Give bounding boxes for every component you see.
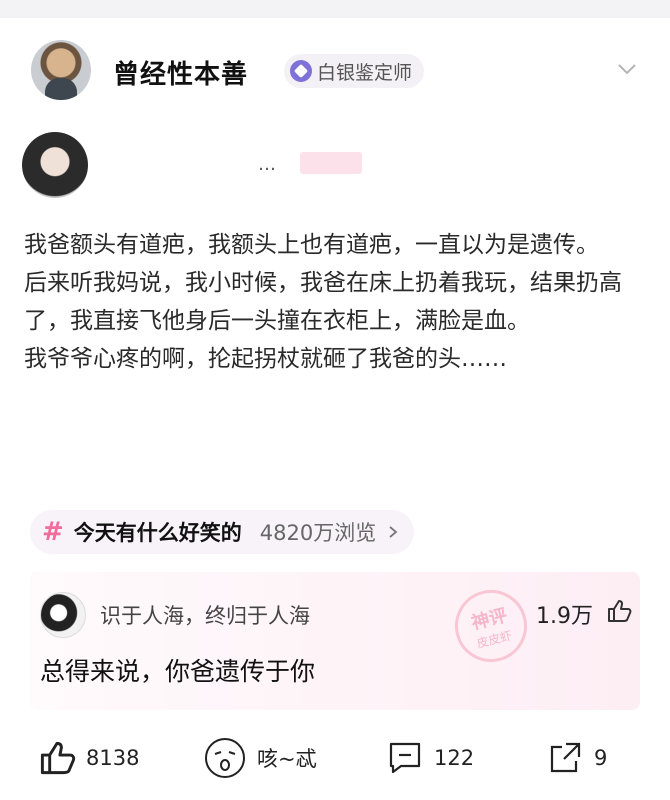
comment-count: 122 bbox=[434, 746, 475, 770]
diamond-icon bbox=[290, 60, 312, 82]
share-icon bbox=[550, 742, 581, 773]
post-header: 曾经性本善 白银鉴定师 bbox=[0, 18, 670, 118]
god-comment-stamp: 神评 皮皮虾 bbox=[447, 582, 535, 670]
user-level-badge[interactable]: 白银鉴定师 bbox=[284, 54, 425, 88]
action-bar: 8138 咳~忒 122 9 bbox=[0, 730, 670, 786]
thumbs-up-icon[interactable] bbox=[606, 598, 632, 624]
author-name[interactable]: 曾经性本善 bbox=[113, 54, 248, 91]
status-strip bbox=[0, 0, 670, 18]
like-button[interactable]: 8138 bbox=[38, 730, 139, 786]
quoted-post-card: … 我爸额头有道疤，我额头上也有道疤，一直以为是遗传。 后来听我妈说，我小时候，… bbox=[10, 118, 670, 498]
topic-pill[interactable]: # 今天有什么好笑的 4820万浏览 bbox=[30, 510, 415, 554]
original-poster-avatar bbox=[22, 132, 88, 198]
comment-text: 总得来说，你爸遗传于你 bbox=[40, 657, 316, 686]
author-avatar[interactable] bbox=[31, 40, 91, 100]
topic-name: 今天有什么好笑的 bbox=[73, 521, 242, 545]
emoji-face-icon bbox=[205, 738, 245, 778]
chevron-down-icon[interactable] bbox=[616, 58, 638, 80]
comment-icon bbox=[389, 742, 421, 774]
post-body: 我爸额头有道疤，我额头上也有道疤，一直以为是遗传。 后来听我妈说，我小时候，我爸… bbox=[24, 226, 654, 378]
like-count: 8138 bbox=[86, 746, 140, 770]
commenter-avatar[interactable] bbox=[40, 592, 86, 638]
post-line-3: 我爷爷心疼的啊，抡起拐杖就砸了我爸的头…… bbox=[24, 346, 507, 372]
commenter-name[interactable]: 识于人海，终归于人海 bbox=[100, 600, 310, 630]
reaction-button[interactable]: 咳~忒 bbox=[203, 730, 317, 786]
share-button[interactable]: 9 bbox=[546, 730, 607, 786]
chevron-right-icon bbox=[389, 526, 398, 538]
thumbs-up-icon bbox=[40, 741, 76, 775]
topic-views: 4820万浏览 bbox=[259, 521, 377, 545]
badge-label: 白银鉴定师 bbox=[317, 61, 413, 84]
god-comment[interactable]: 识于人海，终归于人海 神评 皮皮虾 1.9万 总得来说，你爸遗传于你 bbox=[30, 572, 640, 710]
ellipsis-text: … bbox=[258, 154, 278, 175]
comment-like-count: 1.9万 bbox=[536, 604, 593, 629]
post-line-2: 后来听我妈说，我小时候，我爸在床上扔着我玩，结果扔高了，我直接飞他身后一头撞在衣… bbox=[24, 270, 622, 334]
post-line-1: 我爸额头有道疤，我额头上也有道疤，一直以为是遗传。 bbox=[24, 232, 599, 258]
share-count: 9 bbox=[594, 746, 608, 770]
reaction-label: 咳~忒 bbox=[257, 747, 317, 771]
hashtag-icon: # bbox=[42, 517, 64, 547]
comment-button[interactable]: 122 bbox=[386, 730, 474, 786]
watermark-tag bbox=[300, 152, 362, 174]
